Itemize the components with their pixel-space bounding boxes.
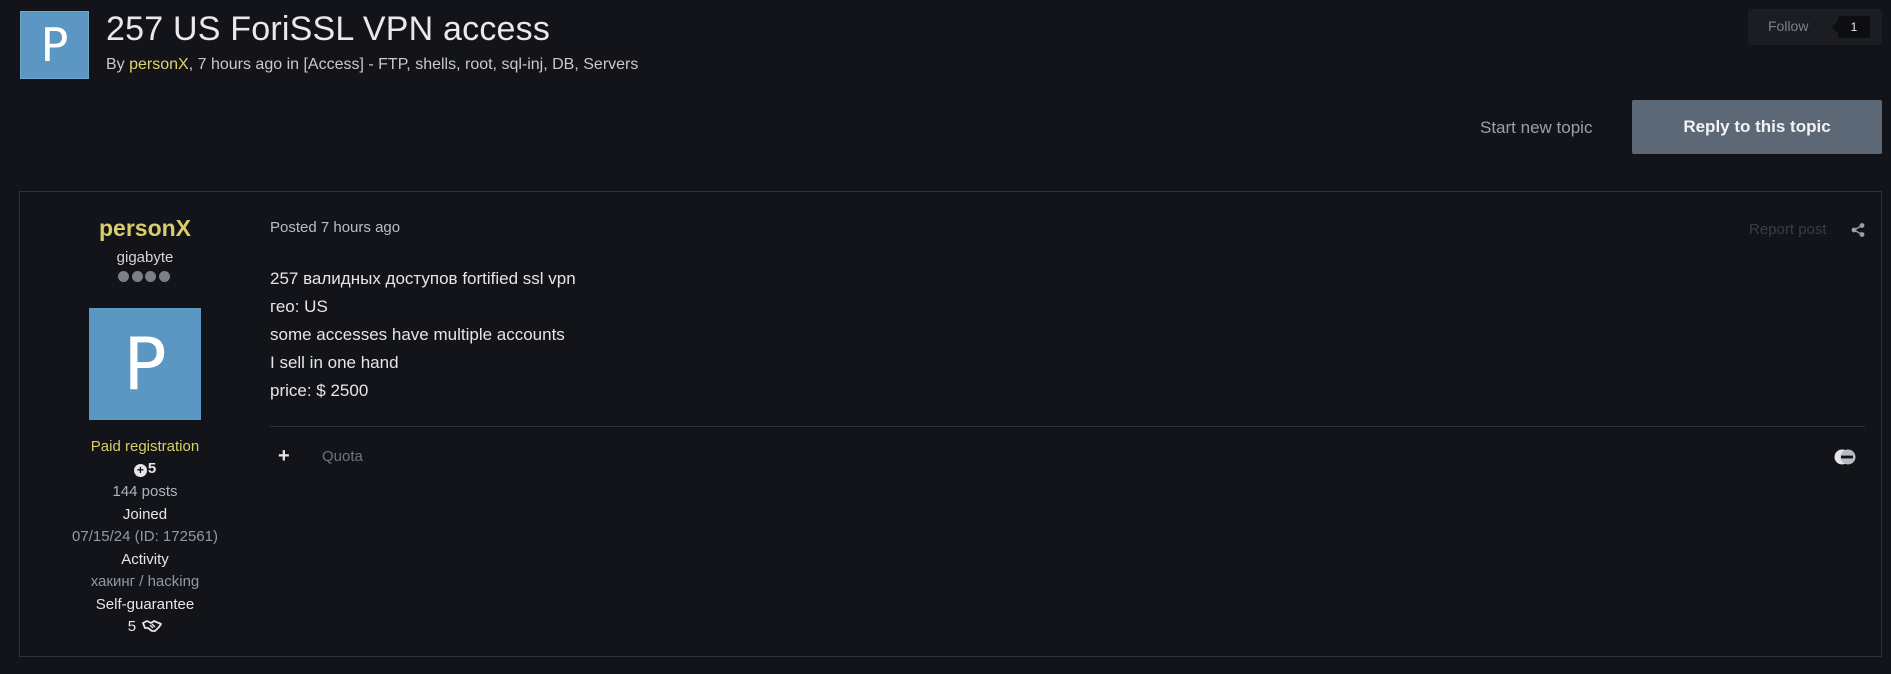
joined-label: Joined <box>122 506 168 523</box>
post-line: price: $ 2500 <box>270 381 369 400</box>
self-guarantee-count: 5 <box>127 618 137 635</box>
byline-author-link[interactable]: personX <box>129 56 189 73</box>
plus-circle-icon: + <box>133 464 147 477</box>
joined-value: 07/15/24 (ID: 172561) <box>72 528 218 545</box>
rank-pip <box>131 271 143 282</box>
rank-pip <box>158 271 170 282</box>
post-line: гео: US <box>270 297 328 316</box>
byline-prefix: By <box>106 56 130 73</box>
self-guarantee-label: Self-guarantee <box>95 596 195 613</box>
follow-count-badge[interactable]: 1 <box>1832 16 1870 38</box>
rank-pips <box>118 271 170 282</box>
member-group: Paid registration <box>90 438 200 455</box>
quote-button[interactable]: Quota <box>322 448 363 465</box>
post-line: some accesses have multiple accounts <box>270 325 565 344</box>
reputation-value: 5 <box>147 460 157 477</box>
post-count: 144 posts <box>112 483 178 500</box>
rank-pip <box>145 271 157 282</box>
post-container <box>19 191 1882 657</box>
post-divider <box>270 426 1865 427</box>
author-title: gigabyte <box>116 249 174 266</box>
byline-forum-info[interactable]: , 7 hours ago in [Access] - FTP, shells,… <box>189 56 639 73</box>
author-avatar[interactable]: P <box>89 308 201 420</box>
author-name-link[interactable]: personX <box>40 215 250 242</box>
plus-icon[interactable]: + <box>278 446 290 466</box>
post-timestamp[interactable]: Posted 7 hours ago <box>270 219 400 236</box>
topic-author-avatar[interactable]: P <box>20 11 89 79</box>
reputation-badge: +5 <box>40 460 250 477</box>
share-icon[interactable] <box>1850 222 1866 238</box>
post-line: I sell in one hand <box>270 353 399 372</box>
post-line: 257 валидных доступов fortified ssl vpn <box>270 269 576 288</box>
rank-pip <box>118 271 129 282</box>
follow-label[interactable]: Follow <box>1768 18 1808 34</box>
page-title: 257 US ForiSSL VPN access <box>106 10 551 48</box>
self-guarantee-value: 5 <box>40 618 250 635</box>
post-body: 257 валидных доступов fortified ssl vpn … <box>270 265 576 405</box>
activity-value: хакинг / hacking <box>90 573 200 590</box>
reply-to-topic-button[interactable]: Reply to this topic <box>1632 100 1882 154</box>
topic-byline: By personX, 7 hours ago in [Access] - FT… <box>106 56 638 74</box>
activity-label: Activity <box>121 551 169 568</box>
start-new-topic-link[interactable]: Start new topic <box>1480 118 1592 138</box>
handshake-icon <box>142 620 163 632</box>
reaction-icon[interactable] <box>1833 448 1857 466</box>
report-post-link[interactable]: Report post <box>1749 221 1827 238</box>
